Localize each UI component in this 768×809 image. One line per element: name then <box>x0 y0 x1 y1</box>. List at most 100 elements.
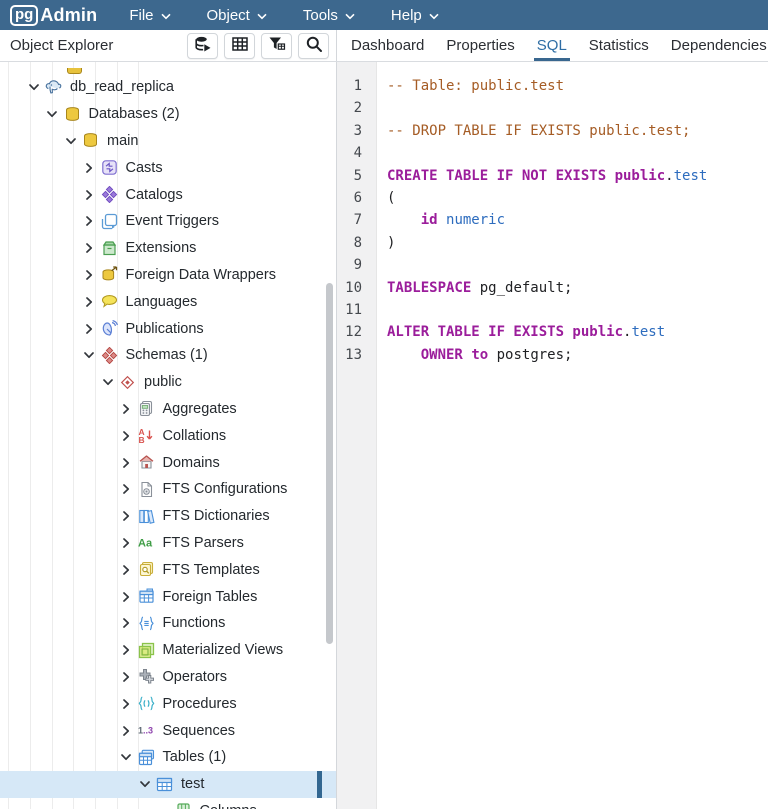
chevron-right-icon[interactable] <box>84 243 95 254</box>
chevron-right-icon[interactable] <box>121 725 132 736</box>
tree-item-fts-configurations[interactable]: FTS Configurations <box>0 476 336 503</box>
tree-item-materialized-views[interactable]: Materialized Views <box>0 637 336 664</box>
chevron-right-icon[interactable] <box>121 511 132 522</box>
tree-item-fts-dictionaries[interactable]: FTS Dictionaries <box>0 503 336 530</box>
menu-label: Object <box>206 6 250 24</box>
tree-item-main[interactable]: main <box>0 128 336 155</box>
chevron-right-icon[interactable] <box>84 189 95 200</box>
tree-item-label: FTS Parsers <box>162 534 244 551</box>
tree-item-event-triggers[interactable]: Event Triggers <box>0 208 336 235</box>
sub-bar: Object Explorer Dashboard Properties SQL St… <box>0 30 768 62</box>
tree-item-tables-1[interactable]: Tables (1) <box>0 744 336 771</box>
chevron-right-icon[interactable] <box>84 269 95 280</box>
tab-properties[interactable]: Properties <box>435 30 525 61</box>
tab-dashboard[interactable]: Dashboard <box>340 30 435 61</box>
menu-tools[interactable]: Tools <box>303 7 355 24</box>
chevron-right-icon[interactable] <box>121 430 132 441</box>
tree-item-domains[interactable]: Domains <box>0 449 336 476</box>
tree-item-foreign-data-wrappers[interactable]: Foreign Data Wrappers <box>0 262 336 289</box>
tree-item-label: Collations <box>162 427 227 444</box>
chevron-right-icon[interactable] <box>121 671 132 682</box>
tree-item-columns[interactable]: Columns <box>0 798 336 809</box>
chevron-right-icon[interactable] <box>121 403 132 414</box>
chevron-down-icon[interactable] <box>102 377 113 388</box>
publications-icon <box>101 320 118 337</box>
tree-item-operators[interactable]: Operators <box>0 664 336 691</box>
filter-data-button[interactable] <box>261 32 292 59</box>
code-segment-comment: -- DROP TABLE IF EXISTS public.test; <box>387 122 691 139</box>
chevron-down-icon[interactable] <box>65 135 76 146</box>
tree-item-fts-templates[interactable]: FTS Templates <box>0 556 336 583</box>
chevron-right-icon[interactable] <box>158 805 169 809</box>
tree-item-db-read-replica[interactable]: db_read_replica <box>0 74 336 101</box>
tree-scrollbar-thumb[interactable] <box>326 283 333 644</box>
tree-item-label: Schemas (1) <box>125 347 208 364</box>
tree-item-procedures[interactable]: Procedures <box>0 690 336 717</box>
columns-icon <box>175 802 192 809</box>
chevron-right-icon[interactable] <box>84 323 95 334</box>
tree-item-languages[interactable]: Languages <box>0 288 336 315</box>
line-number: 10 <box>345 279 362 296</box>
tree-item-label: public <box>144 374 182 391</box>
chevron-right-icon[interactable] <box>121 564 132 575</box>
line-number: 9 <box>353 257 362 274</box>
tree-item-databases-2[interactable]: Databases (2) <box>0 101 336 128</box>
tab-sql[interactable]: SQL <box>526 30 578 61</box>
tree-item-catalogs[interactable]: Catalogs <box>0 181 336 208</box>
chevron-right-icon[interactable] <box>121 645 132 656</box>
chevron-right-icon[interactable] <box>121 591 132 602</box>
menu-help[interactable]: Help <box>391 7 439 24</box>
view-data-grid-icon <box>231 35 249 56</box>
tree-item-fts-parsers[interactable]: Aa FTS Parsers <box>0 530 336 557</box>
chevron-down-icon[interactable] <box>84 350 95 361</box>
tree-item-collations[interactable]: A B Collations <box>0 422 336 449</box>
tree-item-extensions[interactable]: Extensions <box>0 235 336 262</box>
chevron-right-icon[interactable] <box>121 618 132 629</box>
chevron-right-icon[interactable] <box>121 457 132 468</box>
tree-item-label: Aggregates <box>162 400 237 417</box>
tree-item-label: Catalogs <box>125 186 183 203</box>
schema-icon <box>119 374 136 391</box>
tree-item-schemas-1[interactable]: Schemas (1) <box>0 342 336 369</box>
code-segment-plain <box>387 212 421 228</box>
tree-item-label: Foreign Tables <box>162 588 258 605</box>
chevron-down-icon[interactable] <box>139 779 150 790</box>
logo-pg-box: pg <box>10 4 39 26</box>
database-connect-button[interactable] <box>187 32 218 59</box>
line-number: 13 <box>345 346 362 363</box>
chevron-right-icon[interactable] <box>121 537 132 548</box>
chevron-right-icon[interactable] <box>121 698 132 709</box>
chevron-right-icon[interactable] <box>84 296 95 307</box>
chevron-right-icon[interactable] <box>121 484 132 495</box>
line-number: 12 <box>345 324 362 341</box>
chevron-right-icon[interactable] <box>84 216 95 227</box>
code-line: CREATE TABLE IF NOT EXISTS public.test <box>387 165 768 187</box>
sql-code[interactable]: -- Table: public.test -- DROP TABLE IF E… <box>377 62 768 809</box>
chevron-right-icon[interactable] <box>84 162 95 173</box>
object-explorer-toolbar <box>187 32 329 59</box>
tree-item-sequences[interactable]: 1..3 Sequences <box>0 717 336 744</box>
tab-dependencies[interactable]: Dependencies <box>660 30 768 61</box>
menu-file[interactable]: File <box>129 7 171 24</box>
code-segment-keyword: id <box>420 212 438 229</box>
chevron-down-icon <box>345 7 355 24</box>
tree-item-foreign-tables[interactable]: Foreign Tables <box>0 583 336 610</box>
tree-item-test[interactable]: test <box>0 770 336 798</box>
chevron-down-icon[interactable] <box>47 109 58 120</box>
tree-item-aggregates[interactable]: Aggregates <box>0 396 336 423</box>
selection-indicator-bar <box>317 770 322 798</box>
search-objects-button[interactable] <box>298 32 329 59</box>
catalogs-icon <box>101 186 118 204</box>
tree-item-public[interactable]: public <box>0 369 336 396</box>
chevron-down-icon[interactable] <box>28 82 39 93</box>
tree-item-functions[interactable]: Functions <box>0 610 336 637</box>
table-icon <box>156 776 173 793</box>
tree-item-casts[interactable]: Casts <box>0 154 336 181</box>
procedures-icon <box>138 695 155 712</box>
tab-statistics[interactable]: Statistics <box>578 30 660 61</box>
tree-item-publications[interactable]: Publications <box>0 315 336 342</box>
line-number: 1 <box>353 78 362 94</box>
chevron-down-icon[interactable] <box>121 752 132 763</box>
view-data-grid-button[interactable] <box>224 32 255 59</box>
menu-object[interactable]: Object <box>207 7 267 24</box>
